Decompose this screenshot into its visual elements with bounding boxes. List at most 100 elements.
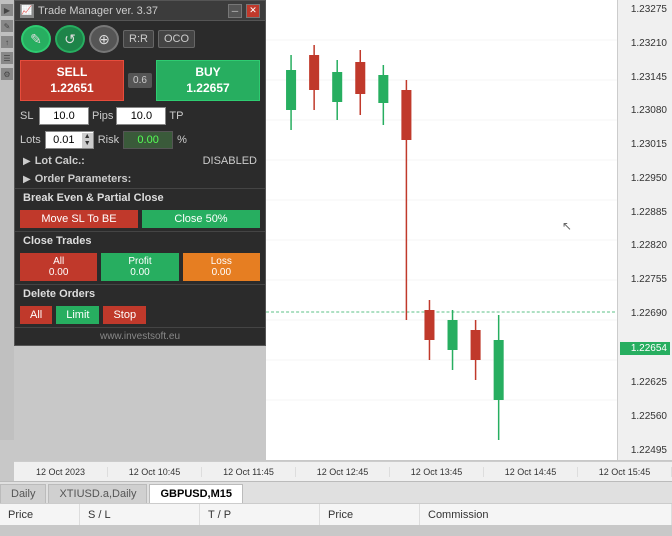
table-col-price: Price [0,504,80,525]
price-9: 1.22755 [620,274,670,285]
lot-calc-label: Lot Calc.: [35,155,85,167]
buy-label: BUY [165,65,251,81]
close-all-value: 0.00 [26,267,91,278]
delete-orders-header: Delete Orders [15,284,265,303]
sl-input[interactable] [39,107,89,125]
toolbar-icon-edit[interactable]: ✎ [21,25,51,53]
time-5: 12 Oct 13:45 [390,467,484,477]
price-3: 1.23145 [620,72,670,83]
titlebar-left: 📈 Trade Manager ver. 3.37 [20,4,158,18]
sltp-row: SL Pips TP [15,104,265,128]
close50-button[interactable]: Close 50% [142,210,260,228]
break-even-label: Break Even & Partial Close [23,192,164,204]
close-loss-button[interactable]: Loss 0.00 [183,253,260,281]
lots-input-wrap: ▲ ▼ [45,131,94,149]
tab-gbpusd[interactable]: GBPUSD,M15 [149,484,243,503]
price-8: 1.22820 [620,240,670,251]
break-even-buttons: Move SL To BE Close 50% [15,207,265,231]
price-13: 1.22495 [620,445,670,456]
oco-button[interactable]: OCO [158,30,195,48]
break-even-header: Break Even & Partial Close [15,188,265,207]
time-6: 12 Oct 14:45 [484,467,578,477]
price-highlighted: 1.22654 [620,342,670,355]
close-trades-label: Close Trades [23,235,91,247]
left-sidebar: ▶ ✎ ↑ ☰ ⚙ [0,0,14,440]
risk-input[interactable] [123,131,173,149]
trade-panel: 📈 Trade Manager ver. 3.37 ─ ✕ ✎ ↺ ⊕ R:R … [14,0,266,346]
time-3: 12 Oct 11:45 [202,467,296,477]
candle-chart: ↖ [266,0,617,460]
tab-daily[interactable]: Daily [0,484,46,503]
lots-arrows: ▲ ▼ [82,133,93,148]
pips-label: Pips [92,110,113,122]
lot-calc-arrow: ▶ [23,156,31,167]
table-col-commission: Commission [420,504,672,525]
close-trades-header: Close Trades [15,231,265,250]
price-7: 1.22885 [620,207,670,218]
price-12: 1.22560 [620,411,670,422]
minimize-button[interactable]: ─ [228,4,242,18]
close-trades-buttons: All 0.00 Profit 0.00 Loss 0.00 [15,250,265,284]
table-col-sl: S / L [80,504,200,525]
move-sl-button[interactable]: Move SL To BE [20,210,138,228]
title-controls: ─ ✕ [228,4,260,18]
sidebar-icon-2[interactable]: ✎ [1,20,13,32]
col-header-tp: T / P [208,509,231,521]
close-profit-label: Profit [107,256,172,267]
lots-label: Lots [20,134,41,146]
lots-up-arrow[interactable]: ▲ [82,133,93,141]
price-1: 1.23275 [620,4,670,15]
tab-xtiusd[interactable]: XTIUSD.a,Daily [48,484,147,503]
svg-text:↖: ↖ [562,219,572,233]
sidebar-icon-3[interactable]: ↑ [1,36,13,48]
close-profit-value: 0.00 [107,267,172,278]
toolbar-icon-add[interactable]: ⊕ [89,25,119,53]
time-2: 12 Oct 10:45 [108,467,202,477]
tp-input[interactable] [116,107,166,125]
buy-price: 1.22657 [165,81,251,97]
price-10: 1.22690 [620,308,670,319]
sell-price: 1.22651 [29,81,115,97]
timeline-bar: 12 Oct 2023 12 Oct 10:45 12 Oct 11:45 12… [14,461,672,481]
tp-label: TP [169,110,185,122]
del-stop-button[interactable]: Stop [103,306,146,324]
table-col-tp: T / P [200,504,320,525]
close-button[interactable]: ✕ [246,4,260,18]
close-all-button[interactable]: All 0.00 [20,253,97,281]
price-4: 1.23080 [620,105,670,116]
lots-down-arrow[interactable]: ▼ [82,140,93,148]
sl-label: SL [20,110,36,122]
sell-label: SELL [29,65,115,81]
lots-input[interactable] [46,132,82,148]
sidebar-icon-4[interactable]: ☰ [1,52,13,64]
tab-bar: Daily XTIUSD.a,Daily GBPUSD,M15 [0,481,672,503]
price-axis: 1.23275 1.23210 1.23145 1.23080 1.23015 … [617,0,672,460]
sell-button[interactable]: SELL 1.22651 [20,60,124,101]
close-profit-button[interactable]: Profit 0.00 [101,253,178,281]
rr-button[interactable]: R:R [123,30,154,48]
sidebar-icon-5[interactable]: ⚙ [1,68,13,80]
buy-button[interactable]: BUY 1.22657 [156,60,260,101]
sidebar-icon-1[interactable]: ▶ [1,4,13,16]
col-header-price: Price [8,509,33,521]
delete-orders-buttons: All Limit Stop [15,303,265,327]
price-6: 1.22950 [620,173,670,184]
del-limit-button[interactable]: Limit [56,306,99,324]
col-header-price2: Price [328,509,353,521]
toolbar-icon-refresh[interactable]: ↺ [55,25,85,53]
close-loss-value: 0.00 [189,267,254,278]
del-all-button[interactable]: All [20,306,52,324]
time-1: 12 Oct 2023 [14,467,108,477]
spread-badge: 0.6 [128,73,152,88]
table-col-price2: Price [320,504,420,525]
risk-label: Risk [98,134,119,146]
close-all-label: All [26,256,91,267]
chart-area[interactable]: ↖ 1.23275 1.23210 1.23145 1.23080 1.2301… [266,0,672,460]
delete-orders-label: Delete Orders [23,288,95,300]
lots-row: Lots ▲ ▼ Risk % [15,128,265,152]
footer-text: www.investsoft.eu [100,331,180,342]
panel-icon: 📈 [20,4,34,18]
price-5: 1.23015 [620,139,670,150]
panel-titlebar: 📈 Trade Manager ver. 3.37 ─ ✕ [15,1,265,21]
time-4: 12 Oct 12:45 [296,467,390,477]
